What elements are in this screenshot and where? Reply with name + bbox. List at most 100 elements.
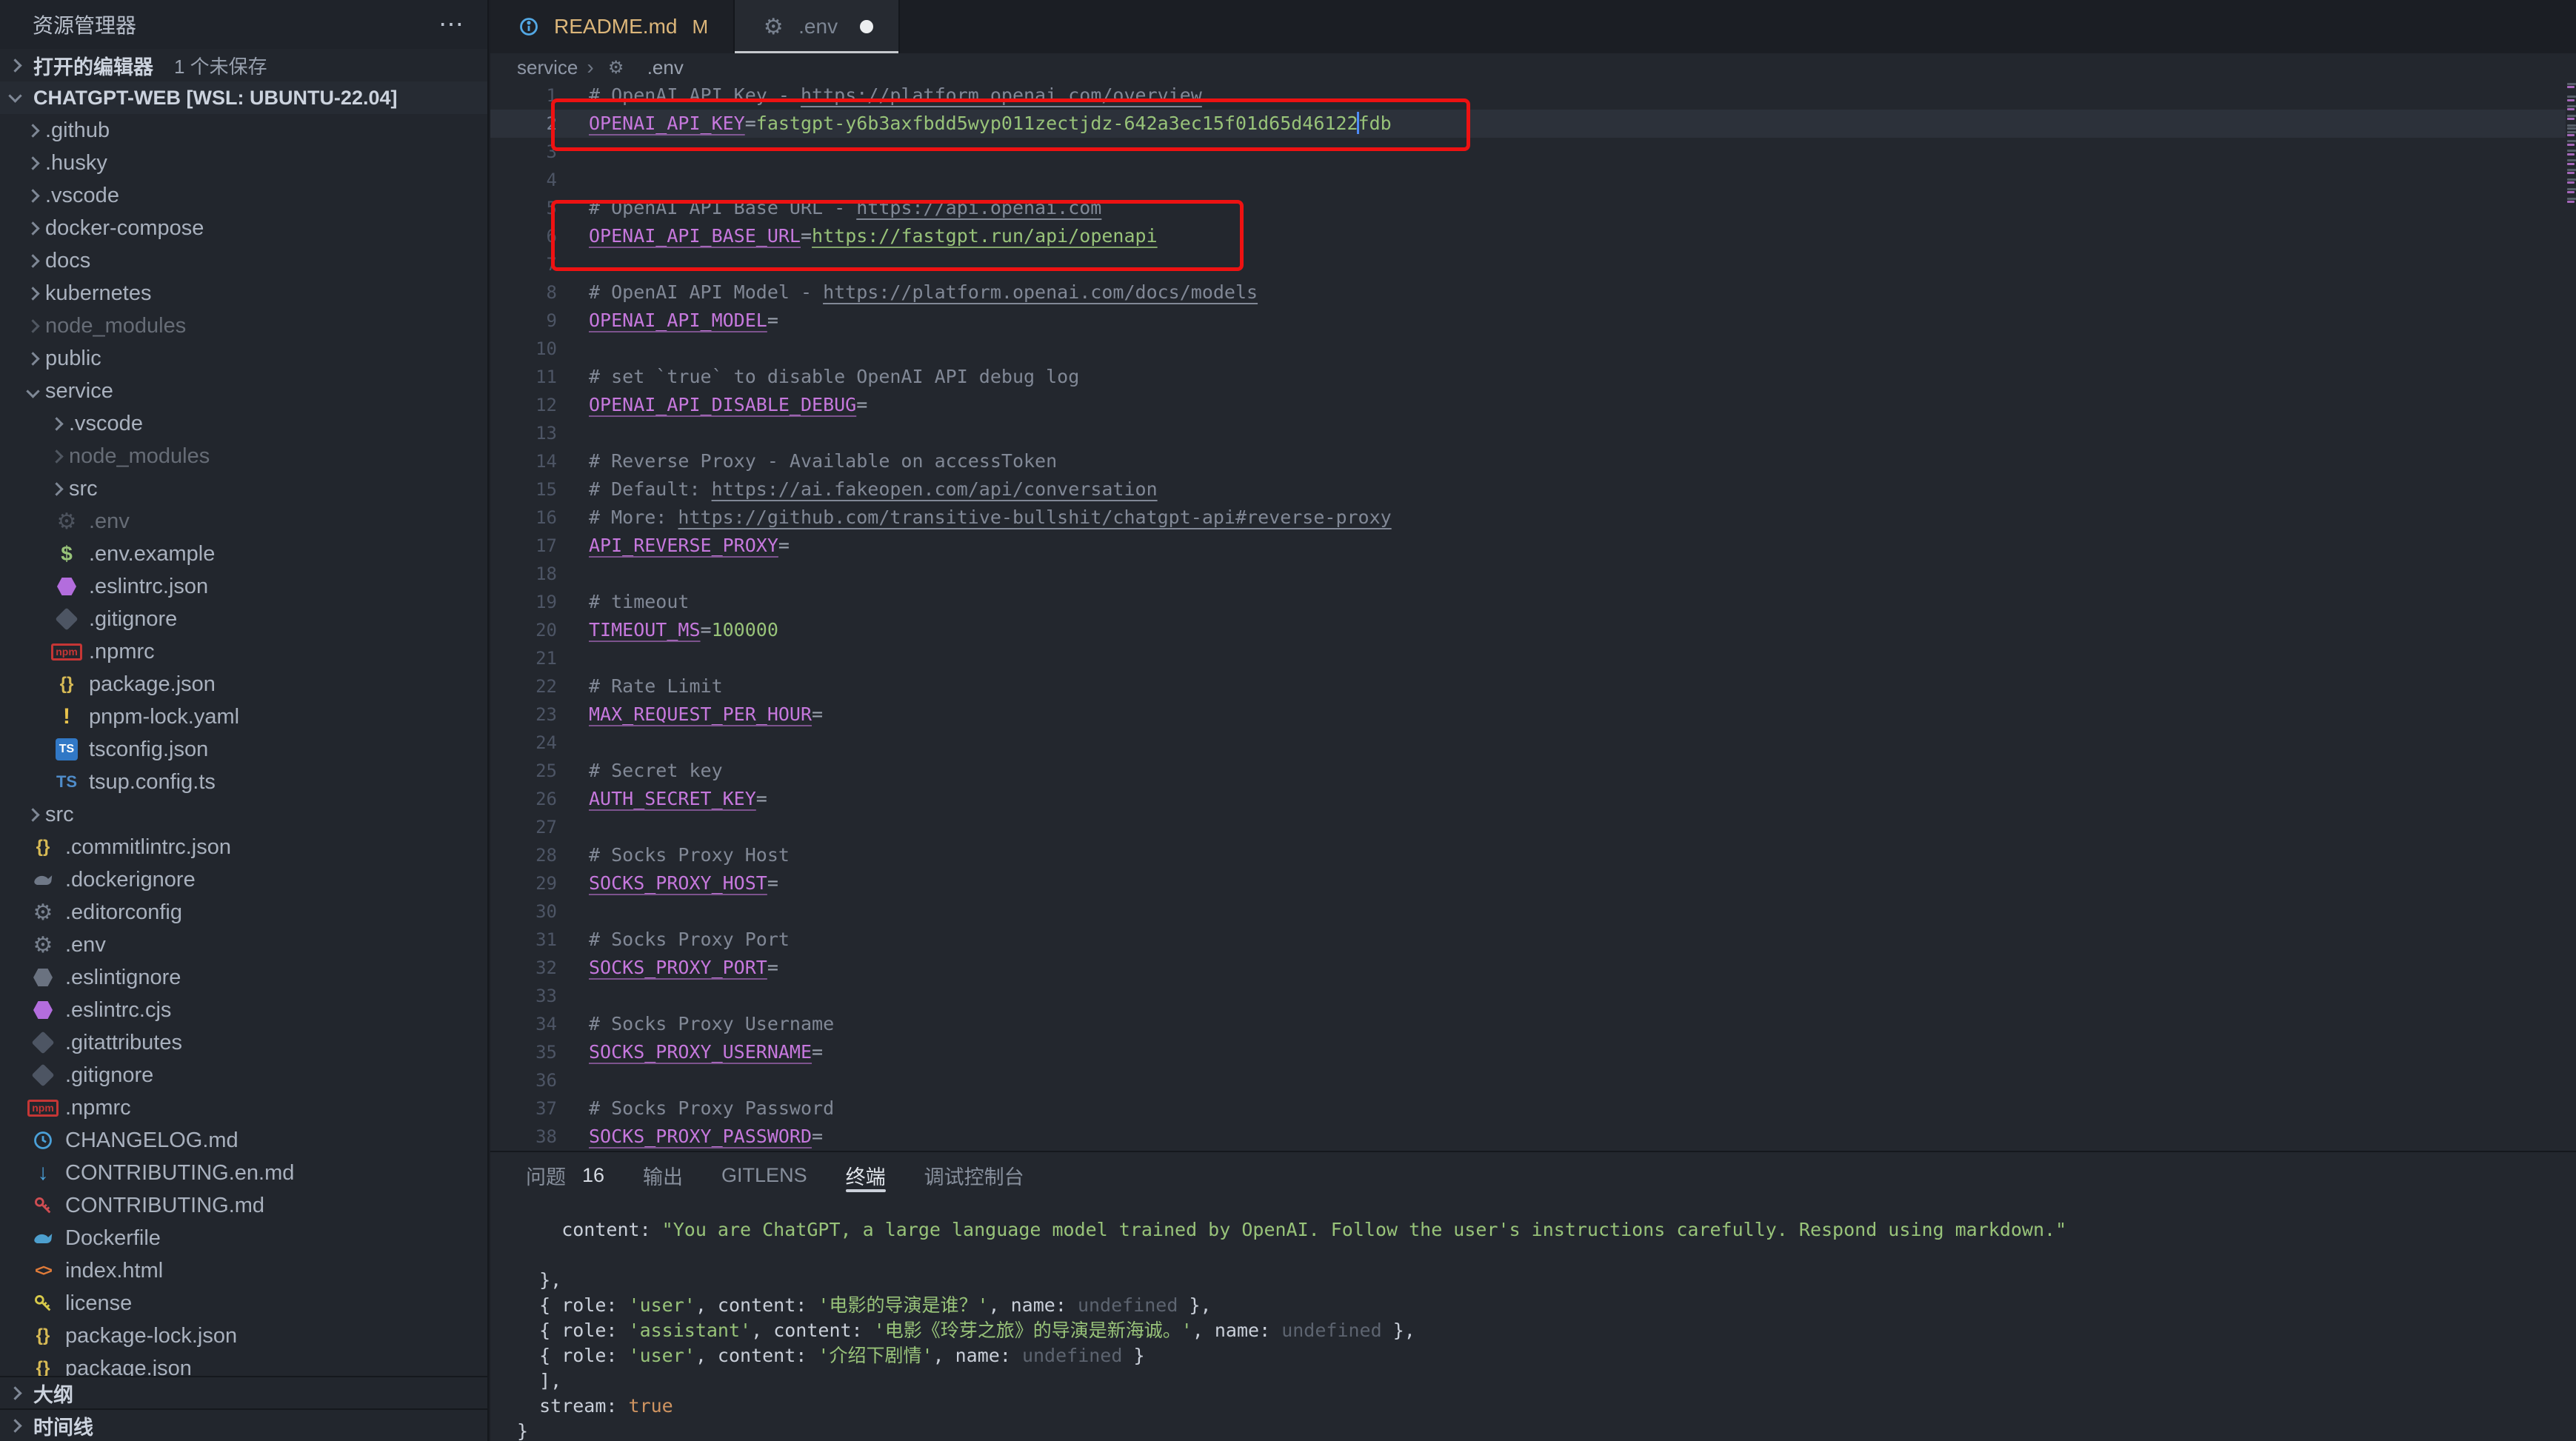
braces-icon: {} (30, 1323, 56, 1349)
panel-tab-终端[interactable]: 终端 (846, 1152, 886, 1198)
ts-text-icon: TS (53, 769, 80, 795)
code-line: 19# timeout (490, 588, 2576, 616)
arrow-down-icon: ↓ (30, 1160, 56, 1186)
minimap[interactable] (2566, 81, 2576, 1151)
tree-item-.npmrc[interactable]: npm.npmrc (0, 1091, 487, 1124)
tree-item-kubernetes[interactable]: kubernetes (0, 277, 487, 310)
tree-item-label: .npmrc (65, 1096, 131, 1120)
tree-item-CHANGELOG.md[interactable]: CHANGELOG.md (0, 1124, 487, 1157)
code-line: 31# Socks Proxy Port (490, 926, 2576, 954)
panel-tab-问题[interactable]: 问题16 (526, 1152, 604, 1198)
code-text: # set `true` to disable OpenAI API debug… (557, 363, 1079, 391)
tree-item-label: license (65, 1291, 132, 1316)
tree-item-.husky[interactable]: .husky (0, 147, 487, 179)
tab-bar: README.mdM⚙.env (490, 0, 2576, 53)
tree-item-Dockerfile[interactable]: Dockerfile (0, 1222, 487, 1254)
tree-item-label: .env.example (89, 542, 215, 566)
code-line: 8# OpenAI API Model - https://platform.o… (490, 278, 2576, 307)
tree-item-.editorconfig[interactable]: ⚙.editorconfig (0, 896, 487, 929)
tree-item-label: kubernetes (45, 281, 152, 306)
panel-tab-label: GITLENS (721, 1164, 807, 1187)
line-number: 19 (490, 588, 557, 616)
line-number: 10 (490, 335, 557, 363)
tree-item-.env.example[interactable]: $.env.example (0, 538, 487, 570)
tree-item-.gitattributes[interactable]: .gitattributes (0, 1026, 487, 1059)
tree-item-public[interactable]: public (0, 342, 487, 375)
pane-header-时间线[interactable]: 时间线 (0, 1408, 487, 1441)
tree-item-label: .gitattributes (65, 1031, 182, 1055)
whale-blue-icon (30, 1225, 56, 1251)
code-text: API_REVERSE_PROXY= (557, 532, 790, 560)
tree-item-tsup.config.ts[interactable]: TStsup.config.ts (0, 766, 487, 798)
pane-header-大纲[interactable]: 大纲 (0, 1376, 487, 1408)
tree-item-CONTRIBUTING.en.md[interactable]: ↓CONTRIBUTING.en.md (0, 1157, 487, 1189)
problems-count: 16 (582, 1164, 604, 1187)
tree-item-.eslintrc.json[interactable]: .eslintrc.json (0, 570, 487, 603)
tree-item-.env[interactable]: ⚙.env (0, 929, 487, 961)
tab-README.md[interactable]: README.mdM (490, 0, 735, 53)
line-number: 4 (490, 166, 557, 194)
breadcrumb-folder[interactable]: service (517, 56, 578, 79)
panel-tab-GITLENS[interactable]: GITLENS (721, 1152, 807, 1198)
tree-item-package-lock.json[interactable]: {}package-lock.json (0, 1320, 487, 1352)
code-text: OPENAI_API_DISABLE_DEBUG= (557, 391, 867, 419)
breadcrumb-file[interactable]: .env (647, 56, 684, 79)
tree-item-index.html[interactable]: <>index.html (0, 1254, 487, 1287)
line-number: 22 (490, 672, 557, 701)
tree-item-.gitignore[interactable]: .gitignore (0, 1059, 487, 1091)
tree-item-.eslintrc.cjs[interactable]: .eslintrc.cjs (0, 994, 487, 1026)
code-line: 35SOCKS_PROXY_USERNAME= (490, 1038, 2576, 1066)
line-number: 6 (490, 222, 557, 250)
tree-item-service[interactable]: service (0, 375, 487, 407)
tree-item-.eslintignore[interactable]: .eslintignore (0, 961, 487, 994)
open-editors-header[interactable]: 打开的编辑器 1 个未保存 (0, 49, 487, 81)
more-actions-icon[interactable]: ⋯ (438, 17, 465, 32)
panel-tab-输出[interactable]: 输出 (643, 1152, 683, 1198)
tree-item-label: .env (89, 509, 130, 534)
code-editor[interactable]: 1# OpenAI API Key - https://platform.ope… (490, 81, 2576, 1151)
braces-icon: {} (53, 671, 80, 698)
tree-item-CONTRIBUTING.md[interactable]: CONTRIBUTING.md (0, 1189, 487, 1222)
code-text: # Socks Proxy Port (557, 926, 790, 954)
gear-icon: ⚙ (760, 13, 787, 40)
tree-item-.vscode[interactable]: .vscode (0, 179, 487, 212)
tab-.env[interactable]: ⚙.env (735, 0, 900, 53)
project-root-header[interactable]: CHATGPT-WEB [WSL: UBUNTU-22.04] (0, 81, 487, 114)
tree-item-.vscode[interactable]: .vscode (0, 407, 487, 440)
code-line: 21 (490, 644, 2576, 672)
tree-item-package.json[interactable]: {}package.json (0, 668, 487, 701)
code-line: 9OPENAI_API_MODEL= (490, 307, 2576, 335)
code-line: 18 (490, 560, 2576, 588)
terminal-output[interactable]: content: "You are ChatGPT, a large langu… (490, 1198, 2576, 1441)
tree-item-.commitlintrc.json[interactable]: {}.commitlintrc.json (0, 831, 487, 863)
tree-item-.dockerignore[interactable]: .dockerignore (0, 863, 487, 896)
panel-tab-调试控制台[interactable]: 调试控制台 (924, 1152, 1024, 1198)
tree-item-docs[interactable]: docs (0, 244, 487, 277)
tree-item-node_modules[interactable]: node_modules (0, 440, 487, 472)
pane-label: 时间线 (33, 1411, 93, 1440)
tree-item-license[interactable]: license (0, 1287, 487, 1320)
tree-item-label: .eslintrc.json (89, 575, 208, 599)
line-number: 3 (490, 138, 557, 166)
chevron-right-icon (26, 221, 39, 235)
tab-label: README.md (554, 15, 677, 39)
html-icon: <> (30, 1257, 56, 1284)
tree-item-pnpm-lock.yaml[interactable]: !pnpm-lock.yaml (0, 701, 487, 733)
tree-item-src[interactable]: src (0, 472, 487, 505)
code-line: 25# Secret key (490, 757, 2576, 785)
tree-item-src[interactable]: src (0, 798, 487, 831)
code-line: 22# Rate Limit (490, 672, 2576, 701)
terminal-line (517, 1243, 2576, 1268)
tree-item-tsconfig.json[interactable]: TStsconfig.json (0, 733, 487, 766)
tree-item-.github[interactable]: .github (0, 114, 487, 147)
tree-item-node_modules[interactable]: node_modules (0, 310, 487, 342)
tree-item-.gitignore[interactable]: .gitignore (0, 603, 487, 635)
tree-item-.env[interactable]: ⚙.env (0, 505, 487, 538)
tree-item-docker-compose[interactable]: docker-compose (0, 212, 487, 244)
panel-tab-label: 输出 (643, 1161, 683, 1190)
code-line: 7 (490, 250, 2576, 278)
chevron-right-icon (26, 254, 39, 267)
code-line: 24 (490, 729, 2576, 757)
terminal-line: { role: 'user', content: '电影的导演是谁？', nam… (517, 1293, 2576, 1318)
tree-item-.npmrc[interactable]: npm.npmrc (0, 635, 487, 668)
